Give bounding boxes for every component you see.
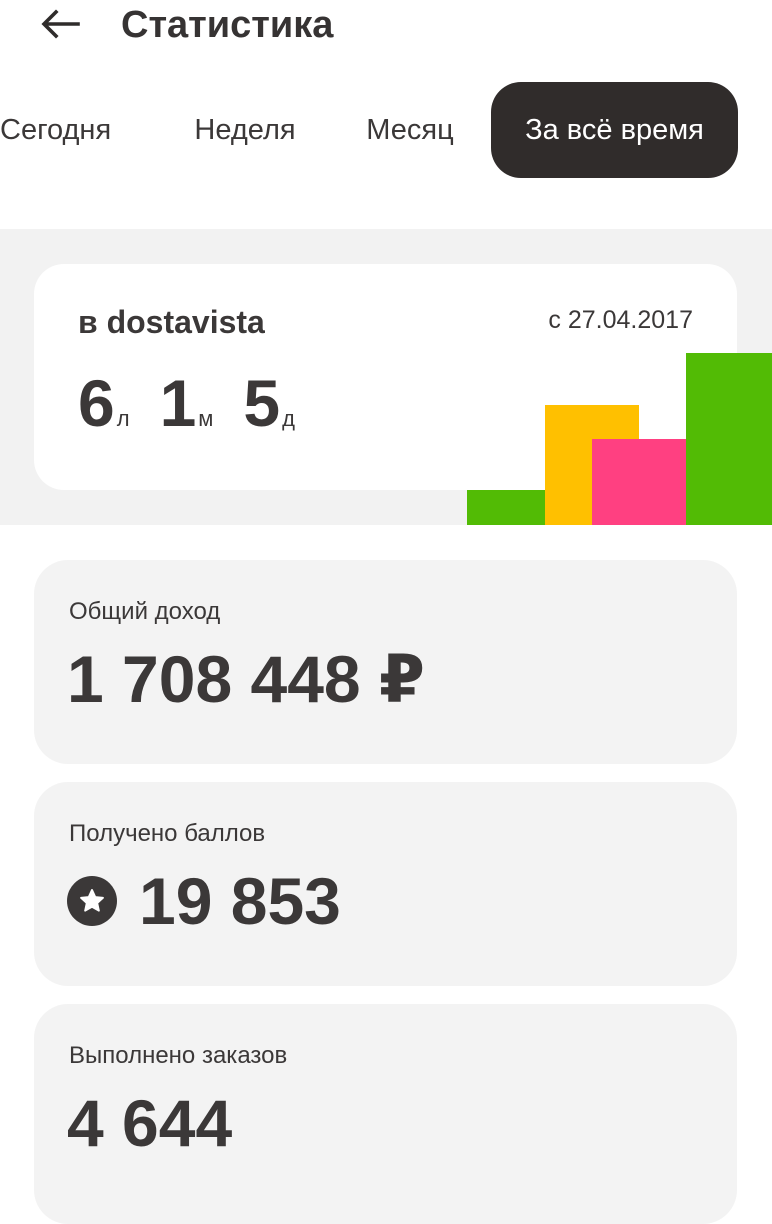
days-unit: д	[282, 406, 295, 431]
tenure-card: в dostavista с 27.04.2017 6 л 1 м 5 д	[34, 264, 737, 490]
points-row: 19 853	[67, 868, 341, 934]
points-label: Получено баллов	[69, 820, 266, 847]
tab-week[interactable]: Неделя	[170, 82, 320, 178]
back-button[interactable]	[36, 2, 84, 46]
years-value: 6	[78, 366, 115, 440]
tenure-label: в dostavista	[78, 304, 265, 340]
app-header: Статистика	[0, 0, 772, 60]
points-value: 19 853	[139, 864, 341, 938]
since-date: с 27.04.2017	[548, 306, 693, 334]
orders-card: Выполнено заказов 4 644	[34, 1004, 737, 1224]
tenure-section: в dostavista с 27.04.2017 6 л 1 м 5 д	[0, 229, 772, 525]
arrow-left-icon	[41, 9, 80, 39]
tenure-duration: 6 л 1 м 5 д	[78, 370, 295, 436]
months-unit: м	[198, 406, 214, 431]
points-card: Получено баллов 19 853	[34, 782, 737, 986]
decor-bar-green-small	[467, 490, 545, 525]
period-tabs: Сегодня Неделя Месяц За всё время	[0, 82, 772, 178]
tab-today[interactable]: Сегодня	[0, 82, 130, 178]
orders-value: 4 644	[67, 1086, 233, 1160]
tab-all-time[interactable]: За всё время	[491, 82, 738, 178]
orders-label: Выполнено заказов	[69, 1042, 288, 1069]
days-value: 5	[243, 366, 281, 440]
income-label: Общий доход	[69, 598, 221, 625]
income-card: Общий доход 1 708 448 ₽	[34, 560, 737, 764]
income-value: 1 708 448 ₽	[67, 642, 425, 716]
months-value: 1	[159, 366, 197, 440]
page-title: Статистика	[121, 4, 334, 46]
star-icon	[67, 876, 117, 926]
years-unit: л	[116, 406, 130, 431]
tab-month[interactable]: Месяц	[340, 82, 480, 178]
